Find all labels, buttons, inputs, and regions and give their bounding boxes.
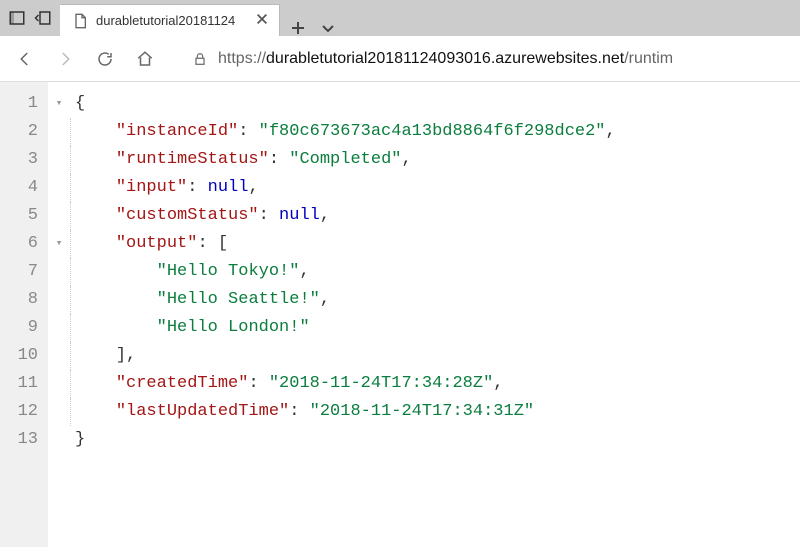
json-key: "input" (116, 178, 187, 197)
line-number: 4 (0, 174, 38, 202)
url-path: /runtim (624, 50, 673, 67)
json-null: null (208, 178, 249, 197)
json-key: "instanceId" (116, 122, 238, 141)
fold-toggle[interactable]: ▾ (48, 230, 70, 258)
line-number: 10 (0, 342, 38, 370)
refresh-button[interactable] (96, 50, 114, 68)
new-tab-button[interactable] (290, 20, 306, 36)
brace-open: { (75, 94, 85, 113)
tabstrip-left-icons (0, 0, 60, 36)
window-tabstrip: durabletutorial20181124 (0, 0, 800, 36)
url-text: https://durabletutorial20181124093016.az… (218, 50, 673, 68)
forward-button[interactable] (56, 50, 74, 68)
fold-toggle[interactable]: ▾ (48, 90, 70, 118)
tab-title: durabletutorial20181124 (96, 13, 235, 28)
tab-dropdown-button[interactable] (320, 20, 336, 36)
json-key: "runtimeStatus" (116, 150, 269, 169)
url-scheme: https:// (218, 50, 266, 67)
line-number: 5 (0, 202, 38, 230)
json-string: "f80c673673ac4a13bd8864f6f298dce2" (259, 122, 606, 141)
json-key: "customStatus" (116, 206, 259, 225)
back-button[interactable] (16, 50, 34, 68)
lock-icon (192, 51, 208, 67)
line-number-gutter: 1 2 3 4 5 6 7 8 9 10 11 12 13 (0, 82, 48, 547)
json-key: "lastUpdatedTime" (116, 402, 289, 421)
json-key: "output" (116, 234, 198, 253)
line-number: 3 (0, 146, 38, 174)
fold-gutter: ▾ ▾ (48, 82, 70, 547)
json-key: "createdTime" (116, 374, 249, 393)
json-viewer: 1 2 3 4 5 6 7 8 9 10 11 12 13 ▾ ▾ { "ins… (0, 82, 800, 547)
line-number: 9 (0, 314, 38, 342)
brace-close: } (75, 430, 85, 449)
json-string: "2018-11-24T17:34:31Z" (310, 402, 534, 421)
line-number: 8 (0, 286, 38, 314)
json-string: "Hello Seattle!" (157, 290, 320, 309)
url-host: durabletutorial20181124093016.azurewebsi… (266, 50, 624, 67)
line-number: 6 (0, 230, 38, 258)
file-icon (72, 13, 88, 29)
tab-close-button[interactable] (255, 12, 269, 29)
tabs-aside-icon[interactable] (8, 9, 26, 27)
tab-list: durabletutorial20181124 (60, 0, 800, 36)
tab-actions (280, 20, 346, 36)
json-string: "Hello London!" (157, 318, 310, 337)
bracket-close: ], (116, 346, 136, 365)
home-button[interactable] (136, 50, 154, 68)
json-null: null (279, 206, 320, 225)
set-aside-icon[interactable] (34, 9, 52, 27)
line-number: 11 (0, 370, 38, 398)
nav-toolbar: https://durabletutorial20181124093016.az… (0, 36, 800, 82)
json-string: "Hello Tokyo!" (157, 262, 300, 281)
line-number: 13 (0, 426, 38, 454)
json-string: "2018-11-24T17:34:28Z" (269, 374, 493, 393)
browser-tab-active[interactable]: durabletutorial20181124 (60, 4, 280, 36)
address-bar[interactable]: https://durabletutorial20181124093016.az… (186, 50, 784, 68)
bracket-open: [ (218, 234, 228, 253)
line-number: 2 (0, 118, 38, 146)
line-number: 1 (0, 90, 38, 118)
code-area[interactable]: { "instanceId": "f80c673673ac4a13bd8864f… (70, 82, 800, 547)
line-number: 12 (0, 398, 38, 426)
json-string: "Completed" (289, 150, 401, 169)
line-number: 7 (0, 258, 38, 286)
